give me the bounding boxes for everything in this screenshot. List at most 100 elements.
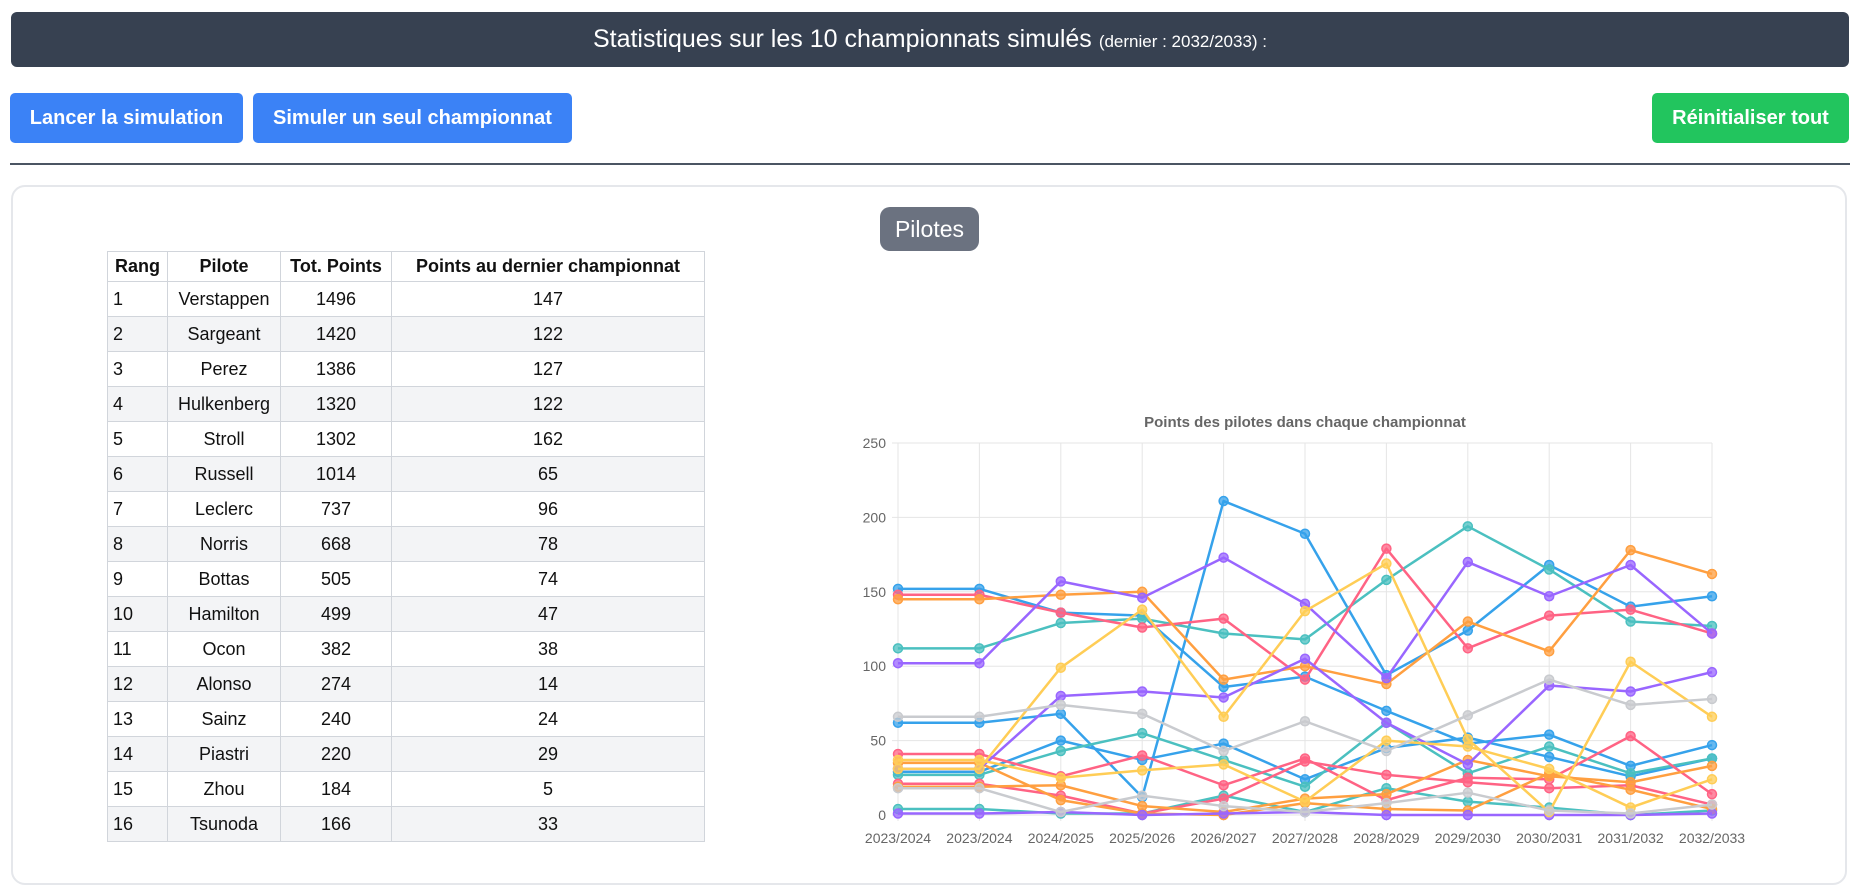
data-point: [1218, 613, 1229, 624]
data-point: [1381, 717, 1392, 728]
cell-last-points: 14: [391, 666, 705, 702]
table-row: 9 Bottas 505 74: [107, 561, 705, 597]
data-point: [1136, 686, 1148, 697]
data-point: [1625, 768, 1636, 779]
data-point: [1299, 674, 1311, 685]
cell-last-points: 65: [391, 456, 705, 492]
data-point: [1218, 779, 1229, 791]
cell-driver: Hulkenberg: [167, 386, 281, 422]
cell-rank: 16: [107, 806, 168, 842]
cell-total-points: 382: [280, 631, 392, 667]
data-point: [1625, 559, 1636, 571]
cell-driver: Leclerc: [167, 491, 281, 527]
data-point: [1706, 788, 1718, 800]
data-point: [1055, 607, 1067, 618]
cell-driver: Tsunoda: [167, 806, 281, 842]
data-point: [1055, 772, 1067, 784]
y-tick-label: 0: [878, 807, 886, 823]
data-point: [1706, 666, 1718, 678]
data-point: [1055, 745, 1067, 757]
data-point: [1136, 592, 1148, 604]
data-point: [1136, 765, 1148, 776]
x-tick-label: 2023/2024: [946, 830, 1012, 846]
cell-last-points: 122: [391, 316, 705, 352]
cell-rank: 6: [107, 456, 168, 492]
data-point: [1381, 745, 1392, 757]
data-point: [974, 711, 985, 723]
data-point: [974, 754, 985, 766]
data-point: [1625, 544, 1636, 556]
launch-simulation-button[interactable]: Lancer la simulation: [10, 93, 243, 143]
cell-last-points: 24: [391, 701, 705, 737]
data-point: [1543, 782, 1555, 794]
cell-last-points: 162: [391, 421, 705, 457]
cell-driver: Zhou: [167, 771, 281, 807]
data-point: [1706, 808, 1718, 819]
data-point: [1136, 750, 1148, 761]
data-point: [1055, 735, 1067, 746]
data-point: [1218, 800, 1229, 812]
data-point: [1136, 809, 1148, 821]
page-title: Statistiques sur les 10 championnats sim…: [592, 25, 1092, 53]
data-point: [1706, 568, 1718, 580]
data-point: [1462, 556, 1474, 568]
table-row: 10 Hamilton 499 47: [107, 596, 705, 632]
chart-title: Points des pilotes dans chaque championn…: [1144, 414, 1466, 431]
cell-last-points: 74: [391, 561, 705, 597]
simulate-single-championship-button[interactable]: Simuler un seul championnat: [253, 93, 572, 143]
data-point: [1706, 774, 1718, 785]
data-point: [892, 763, 904, 775]
data-point: [892, 643, 904, 654]
data-point: [1381, 769, 1392, 781]
data-point: [974, 657, 985, 669]
cell-total-points: 505: [280, 561, 392, 597]
cell-driver: Russell: [167, 456, 281, 492]
data-point: [1218, 692, 1229, 703]
data-point: [1462, 710, 1474, 721]
cell-total-points: 184: [280, 771, 392, 807]
data-point: [1055, 806, 1067, 818]
cell-total-points: 240: [280, 701, 392, 737]
data-point: [1299, 528, 1311, 540]
data-point: [1543, 729, 1555, 740]
data-point: [892, 782, 904, 794]
data-point: [1218, 495, 1229, 507]
data-point: [1543, 674, 1555, 685]
cell-rank: 13: [107, 701, 168, 737]
data-point: [1055, 699, 1067, 711]
data-point: [1625, 686, 1636, 697]
cell-driver: Stroll: [167, 421, 281, 457]
y-tick-label: 150: [863, 584, 887, 600]
x-tick-label: 2023/2024: [865, 830, 931, 846]
column-header-last-points: Points au dernier championnat: [391, 251, 705, 282]
reset-all-button[interactable]: Réinitialiser tout: [1652, 93, 1849, 143]
cell-last-points: 38: [391, 631, 705, 667]
column-header-pilote: Pilote: [167, 251, 281, 282]
cell-rank: 9: [107, 561, 168, 597]
column-header-total-points: Tot. Points: [280, 251, 392, 282]
data-point: [1543, 741, 1555, 752]
data-point: [1381, 672, 1392, 684]
cell-driver: Piastri: [167, 736, 281, 772]
data-point: [1218, 759, 1229, 770]
cell-rank: 8: [107, 526, 168, 562]
cell-rank: 4: [107, 386, 168, 422]
x-tick-label: 2027/2028: [1272, 830, 1338, 846]
data-point: [1462, 759, 1474, 770]
cell-total-points: 166: [280, 806, 392, 842]
data-point: [1462, 809, 1474, 821]
data-point: [1543, 763, 1555, 775]
section-badge-pilotes[interactable]: Pilotes: [880, 207, 979, 251]
data-point: [1706, 591, 1718, 602]
table-row: 11 Ocon 382 38: [107, 631, 705, 667]
data-point: [1543, 646, 1555, 657]
x-tick-label: 2032/2033: [1679, 830, 1745, 846]
data-point: [1543, 610, 1555, 621]
data-point: [1055, 576, 1067, 587]
cell-driver: Perez: [167, 351, 281, 387]
data-point: [1462, 616, 1474, 627]
table-row: 8 Norris 668 78: [107, 526, 705, 562]
points-line-chart: Points des pilotes dans chaque championn…: [863, 414, 1746, 846]
cell-total-points: 1014: [280, 456, 392, 492]
cell-rank: 10: [107, 596, 168, 632]
